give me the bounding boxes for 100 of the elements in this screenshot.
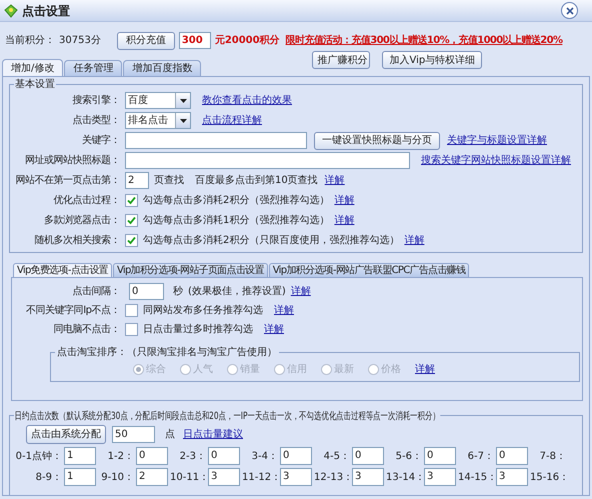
field-label: 14-15： <box>458 470 494 484</box>
field-label: 0-1点钟： <box>14 450 62 464</box>
field-label: 点击间隔： <box>72 284 120 299</box>
input-field[interactable]: 3 <box>496 468 528 486</box>
link[interactable]: 详解 <box>274 303 294 318</box>
link[interactable]: 详解 <box>334 193 354 208</box>
field-label: 4-5： <box>322 450 350 464</box>
input-field[interactable] <box>125 132 307 149</box>
input-field[interactable]: 50 <box>112 426 155 442</box>
link[interactable]: 详解 <box>324 173 345 188</box>
button[interactable]: 积分充值 <box>116 32 175 50</box>
input-field[interactable]: 1 <box>64 468 96 486</box>
input-field[interactable]: 0 <box>352 447 384 465</box>
field-label: 11-12： <box>242 470 278 484</box>
link[interactable]: 日点击量建议 <box>183 426 243 442</box>
option-label: 信用 <box>287 362 307 376</box>
option-label: 综合 <box>146 362 166 376</box>
field-label: 3-4： <box>250 450 278 464</box>
input-field[interactable]: 1 <box>64 447 96 465</box>
input-field[interactable]: 2 <box>136 468 168 486</box>
checkbox[interactable] <box>125 304 138 317</box>
button[interactable]: 加入Vip与特权详细 <box>382 51 482 69</box>
option-text: 勾选每点击多消耗1积分（强烈推荐勾选） <box>143 214 330 228</box>
field-label: 点击类型： <box>72 114 120 128</box>
link[interactable]: 搜索关键字网站快照标题设置详解 <box>421 153 571 168</box>
field-label: 关键字： <box>81 134 120 148</box>
points-label: 当前积分： <box>5 34 55 48</box>
tab[interactable]: 任务管理 <box>64 60 122 76</box>
input-field[interactable]: 0 <box>280 447 312 465</box>
close-icon <box>566 6 574 14</box>
input-field[interactable]: 3 <box>352 468 384 486</box>
dropdown[interactable]: 排名点击 <box>125 112 191 129</box>
field-label: 10-11： <box>170 470 206 484</box>
option-text: 同网站发布多任务推荐勾选 <box>143 304 263 318</box>
input-field[interactable]: 0 <box>208 447 240 465</box>
checkbox[interactable] <box>125 234 138 247</box>
input-field[interactable] <box>125 152 410 169</box>
input-field[interactable]: 2 <box>125 172 149 189</box>
button[interactable]: 推广赚积分 <box>312 51 370 69</box>
field-label: 同电脑不点击： <box>52 322 120 337</box>
tab[interactable]: Vip加积分选项-网站子页面点击设置 <box>112 263 268 277</box>
link[interactable]: 教你查看点击的效果 <box>202 93 292 108</box>
option-label: 人气 <box>193 362 213 376</box>
option-label: 最新 <box>334 362 354 376</box>
input-field[interactable]: 3 <box>424 468 456 486</box>
field-label: 优化点击过程： <box>52 194 120 208</box>
button[interactable]: 点击由系统分配 <box>26 424 106 444</box>
link[interactable]: 点击流程详解 <box>202 113 262 128</box>
field-label: 15-16： <box>530 470 566 484</box>
field-label: 8-9： <box>34 470 62 484</box>
button[interactable]: 一键设置快照标题与分页 <box>314 132 440 150</box>
field-label: 随机多次相关搜索： <box>34 234 120 248</box>
unit-text: 点 <box>165 428 175 442</box>
input-field[interactable]: 0 <box>136 447 168 465</box>
rate-text: 元20000积分 <box>214 34 280 48</box>
unit-text: 页查找 <box>154 174 184 188</box>
field-label: 1-2： <box>106 450 134 464</box>
field-label: 12-13： <box>314 470 350 484</box>
input-field[interactable]: 0 <box>496 447 528 465</box>
promo-link[interactable]: 限时充值活动：充值300以上赠送10%，充值1000以上赠送20% <box>286 33 562 48</box>
checkbox[interactable] <box>125 214 138 227</box>
input-field[interactable]: 3 <box>208 468 240 486</box>
field-label: 多款浏览器点击： <box>43 214 120 228</box>
link[interactable]: 详解 <box>290 284 311 299</box>
group-title: 日约点击次数（默认系统分配30点，分配后时间段点击总和20点，一IP一天点击一次，不勾选优化点击过程等点一次消耗一积分） <box>14 409 441 424</box>
field-label: 6-7： <box>466 450 494 464</box>
option-text: 勾选每点击多消耗2积分（只限百度使用，强烈推荐勾选） <box>143 234 400 248</box>
dropdown[interactable]: 百度 <box>125 92 191 109</box>
input-field[interactable]: 3 <box>280 468 312 486</box>
tab[interactable]: Vip加积分选项-网站广告联盟CPC广告点击赚钱 <box>268 263 470 277</box>
field-label: 5-6： <box>394 450 422 464</box>
field-label: 2-3： <box>178 450 206 464</box>
app-icon <box>4 4 18 18</box>
hint-text: 百度最多点击到第10页查找 <box>195 174 318 188</box>
tab[interactable]: 增加/修改 <box>2 59 64 76</box>
option-text: 勾选每点击多消耗2积分（强烈推荐勾选） <box>143 194 330 208</box>
link[interactable]: 详解 <box>264 322 284 337</box>
field-label: 13-14： <box>386 470 422 484</box>
link[interactable]: 详解 <box>404 233 424 248</box>
checkbox[interactable] <box>125 323 138 336</box>
checkbox[interactable] <box>125 194 138 207</box>
input-field[interactable]: 0 <box>129 283 164 300</box>
input-field[interactable]: 300 <box>178 32 211 49</box>
tab[interactable]: 增加百度指数 <box>123 60 202 76</box>
field-label: 不同关键字同Ip不点： <box>25 304 120 318</box>
close-button[interactable] <box>561 2 578 19</box>
unit-text: 秒 <box>173 284 183 299</box>
field-label: 7-8： <box>538 450 566 464</box>
input-field[interactable]: 0 <box>424 447 456 465</box>
link[interactable]: 关键字与标题设置详解 <box>447 133 547 148</box>
tab[interactable]: Vip免费选项-点击设置 <box>13 263 112 277</box>
field-label: 9-10： <box>100 470 134 484</box>
field-label: 网址或网站快照标题： <box>24 154 120 168</box>
window-title: 点击设置 <box>22 2 70 20</box>
group-title: 点击淘宝排序：（只限淘宝排名与淘宝广告使用） <box>55 345 279 360</box>
field-label: 搜索引擎： <box>72 94 120 108</box>
hint-text: (效果极佳，推荐设置) <box>188 284 286 299</box>
link[interactable]: 详解 <box>334 213 354 228</box>
points-value: 30753分 <box>59 34 101 48</box>
option-text: 日点击量过多时推荐勾选 <box>143 322 253 337</box>
